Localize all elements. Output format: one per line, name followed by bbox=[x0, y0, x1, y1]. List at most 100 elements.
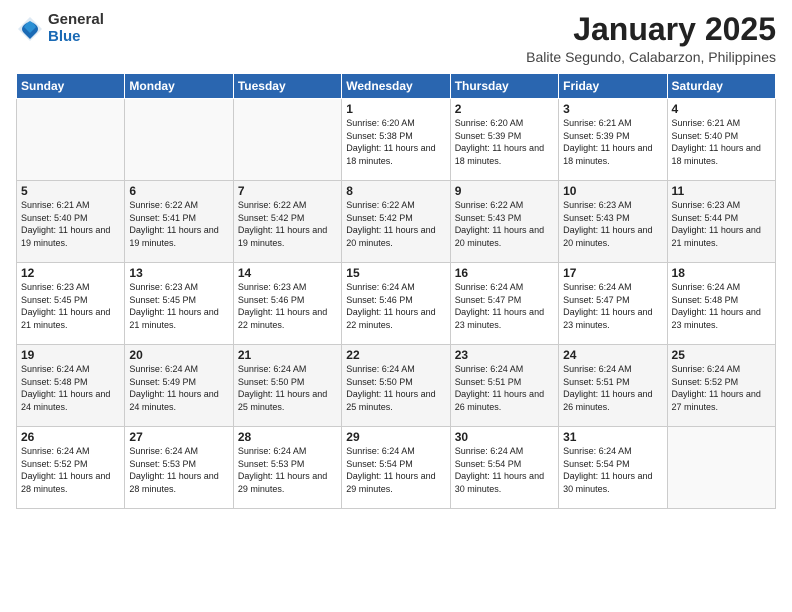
calendar-cell: 20Sunrise: 6:24 AMSunset: 5:49 PMDayligh… bbox=[125, 345, 233, 427]
calendar-table: SundayMondayTuesdayWednesdayThursdayFrid… bbox=[16, 73, 776, 509]
day-number: 19 bbox=[21, 348, 120, 362]
day-info: Sunrise: 6:24 AMSunset: 5:52 PMDaylight:… bbox=[21, 445, 120, 495]
calendar-cell: 16Sunrise: 6:24 AMSunset: 5:47 PMDayligh… bbox=[450, 263, 558, 345]
calendar-cell: 29Sunrise: 6:24 AMSunset: 5:54 PMDayligh… bbox=[342, 427, 450, 509]
calendar-week-1: 1Sunrise: 6:20 AMSunset: 5:38 PMDaylight… bbox=[17, 99, 776, 181]
day-number: 4 bbox=[672, 102, 771, 116]
logo-text: General Blue bbox=[48, 12, 104, 45]
day-number: 30 bbox=[455, 430, 554, 444]
calendar-cell: 7Sunrise: 6:22 AMSunset: 5:42 PMDaylight… bbox=[233, 181, 341, 263]
day-info: Sunrise: 6:20 AMSunset: 5:39 PMDaylight:… bbox=[455, 117, 554, 167]
calendar-cell: 18Sunrise: 6:24 AMSunset: 5:48 PMDayligh… bbox=[667, 263, 775, 345]
day-number: 25 bbox=[672, 348, 771, 362]
day-info: Sunrise: 6:24 AMSunset: 5:46 PMDaylight:… bbox=[346, 281, 445, 331]
calendar-cell: 19Sunrise: 6:24 AMSunset: 5:48 PMDayligh… bbox=[17, 345, 125, 427]
calendar-cell: 23Sunrise: 6:24 AMSunset: 5:51 PMDayligh… bbox=[450, 345, 558, 427]
day-info: Sunrise: 6:21 AMSunset: 5:40 PMDaylight:… bbox=[672, 117, 771, 167]
day-number: 2 bbox=[455, 102, 554, 116]
day-info: Sunrise: 6:24 AMSunset: 5:48 PMDaylight:… bbox=[21, 363, 120, 413]
day-number: 29 bbox=[346, 430, 445, 444]
calendar-header-tuesday: Tuesday bbox=[233, 74, 341, 99]
logo-icon bbox=[16, 15, 44, 43]
calendar-cell: 8Sunrise: 6:22 AMSunset: 5:42 PMDaylight… bbox=[342, 181, 450, 263]
day-info: Sunrise: 6:24 AMSunset: 5:49 PMDaylight:… bbox=[129, 363, 228, 413]
day-number: 20 bbox=[129, 348, 228, 362]
day-info: Sunrise: 6:24 AMSunset: 5:48 PMDaylight:… bbox=[672, 281, 771, 331]
day-info: Sunrise: 6:24 AMSunset: 5:47 PMDaylight:… bbox=[455, 281, 554, 331]
month-title: January 2025 bbox=[526, 12, 776, 47]
calendar-cell: 24Sunrise: 6:24 AMSunset: 5:51 PMDayligh… bbox=[559, 345, 667, 427]
calendar-cell: 26Sunrise: 6:24 AMSunset: 5:52 PMDayligh… bbox=[17, 427, 125, 509]
day-info: Sunrise: 6:23 AMSunset: 5:45 PMDaylight:… bbox=[129, 281, 228, 331]
calendar-cell: 21Sunrise: 6:24 AMSunset: 5:50 PMDayligh… bbox=[233, 345, 341, 427]
calendar-cell: 17Sunrise: 6:24 AMSunset: 5:47 PMDayligh… bbox=[559, 263, 667, 345]
calendar-cell bbox=[125, 99, 233, 181]
day-number: 31 bbox=[563, 430, 662, 444]
calendar-cell: 25Sunrise: 6:24 AMSunset: 5:52 PMDayligh… bbox=[667, 345, 775, 427]
day-number: 12 bbox=[21, 266, 120, 280]
day-info: Sunrise: 6:20 AMSunset: 5:38 PMDaylight:… bbox=[346, 117, 445, 167]
calendar-header-sunday: Sunday bbox=[17, 74, 125, 99]
calendar-cell: 28Sunrise: 6:24 AMSunset: 5:53 PMDayligh… bbox=[233, 427, 341, 509]
day-info: Sunrise: 6:23 AMSunset: 5:45 PMDaylight:… bbox=[21, 281, 120, 331]
calendar-header-monday: Monday bbox=[125, 74, 233, 99]
day-number: 9 bbox=[455, 184, 554, 198]
day-number: 26 bbox=[21, 430, 120, 444]
day-number: 1 bbox=[346, 102, 445, 116]
location-title: Balite Segundo, Calabarzon, Philippines bbox=[526, 49, 776, 65]
day-number: 27 bbox=[129, 430, 228, 444]
day-number: 11 bbox=[672, 184, 771, 198]
day-number: 15 bbox=[346, 266, 445, 280]
day-info: Sunrise: 6:21 AMSunset: 5:39 PMDaylight:… bbox=[563, 117, 662, 167]
day-number: 13 bbox=[129, 266, 228, 280]
day-info: Sunrise: 6:24 AMSunset: 5:53 PMDaylight:… bbox=[238, 445, 337, 495]
calendar-cell: 6Sunrise: 6:22 AMSunset: 5:41 PMDaylight… bbox=[125, 181, 233, 263]
day-number: 22 bbox=[346, 348, 445, 362]
day-number: 16 bbox=[455, 266, 554, 280]
calendar-cell bbox=[233, 99, 341, 181]
day-info: Sunrise: 6:22 AMSunset: 5:41 PMDaylight:… bbox=[129, 199, 228, 249]
day-number: 21 bbox=[238, 348, 337, 362]
calendar-header-friday: Friday bbox=[559, 74, 667, 99]
day-info: Sunrise: 6:24 AMSunset: 5:52 PMDaylight:… bbox=[672, 363, 771, 413]
day-info: Sunrise: 6:24 AMSunset: 5:51 PMDaylight:… bbox=[563, 363, 662, 413]
day-number: 6 bbox=[129, 184, 228, 198]
calendar-header-thursday: Thursday bbox=[450, 74, 558, 99]
day-number: 24 bbox=[563, 348, 662, 362]
calendar-cell: 27Sunrise: 6:24 AMSunset: 5:53 PMDayligh… bbox=[125, 427, 233, 509]
day-info: Sunrise: 6:24 AMSunset: 5:50 PMDaylight:… bbox=[346, 363, 445, 413]
calendar-cell: 9Sunrise: 6:22 AMSunset: 5:43 PMDaylight… bbox=[450, 181, 558, 263]
day-info: Sunrise: 6:22 AMSunset: 5:42 PMDaylight:… bbox=[346, 199, 445, 249]
logo-blue-text: Blue bbox=[48, 29, 104, 46]
page: General Blue January 2025 Balite Segundo… bbox=[0, 0, 792, 612]
day-number: 23 bbox=[455, 348, 554, 362]
calendar-cell: 4Sunrise: 6:21 AMSunset: 5:40 PMDaylight… bbox=[667, 99, 775, 181]
calendar-cell: 1Sunrise: 6:20 AMSunset: 5:38 PMDaylight… bbox=[342, 99, 450, 181]
day-info: Sunrise: 6:21 AMSunset: 5:40 PMDaylight:… bbox=[21, 199, 120, 249]
calendar-cell: 11Sunrise: 6:23 AMSunset: 5:44 PMDayligh… bbox=[667, 181, 775, 263]
day-info: Sunrise: 6:24 AMSunset: 5:54 PMDaylight:… bbox=[455, 445, 554, 495]
calendar-header-row: SundayMondayTuesdayWednesdayThursdayFrid… bbox=[17, 74, 776, 99]
logo-general-text: General bbox=[48, 12, 104, 29]
day-number: 5 bbox=[21, 184, 120, 198]
day-info: Sunrise: 6:22 AMSunset: 5:43 PMDaylight:… bbox=[455, 199, 554, 249]
day-info: Sunrise: 6:24 AMSunset: 5:53 PMDaylight:… bbox=[129, 445, 228, 495]
calendar-week-2: 5Sunrise: 6:21 AMSunset: 5:40 PMDaylight… bbox=[17, 181, 776, 263]
logo: General Blue bbox=[16, 12, 104, 45]
day-number: 8 bbox=[346, 184, 445, 198]
day-info: Sunrise: 6:24 AMSunset: 5:54 PMDaylight:… bbox=[563, 445, 662, 495]
day-info: Sunrise: 6:23 AMSunset: 5:44 PMDaylight:… bbox=[672, 199, 771, 249]
title-block: January 2025 Balite Segundo, Calabarzon,… bbox=[526, 12, 776, 65]
day-number: 3 bbox=[563, 102, 662, 116]
day-number: 28 bbox=[238, 430, 337, 444]
day-number: 17 bbox=[563, 266, 662, 280]
calendar-cell: 15Sunrise: 6:24 AMSunset: 5:46 PMDayligh… bbox=[342, 263, 450, 345]
day-number: 18 bbox=[672, 266, 771, 280]
day-info: Sunrise: 6:23 AMSunset: 5:43 PMDaylight:… bbox=[563, 199, 662, 249]
day-number: 14 bbox=[238, 266, 337, 280]
calendar-cell: 5Sunrise: 6:21 AMSunset: 5:40 PMDaylight… bbox=[17, 181, 125, 263]
calendar-week-4: 19Sunrise: 6:24 AMSunset: 5:48 PMDayligh… bbox=[17, 345, 776, 427]
day-info: Sunrise: 6:24 AMSunset: 5:51 PMDaylight:… bbox=[455, 363, 554, 413]
calendar-cell: 31Sunrise: 6:24 AMSunset: 5:54 PMDayligh… bbox=[559, 427, 667, 509]
calendar-header-wednesday: Wednesday bbox=[342, 74, 450, 99]
